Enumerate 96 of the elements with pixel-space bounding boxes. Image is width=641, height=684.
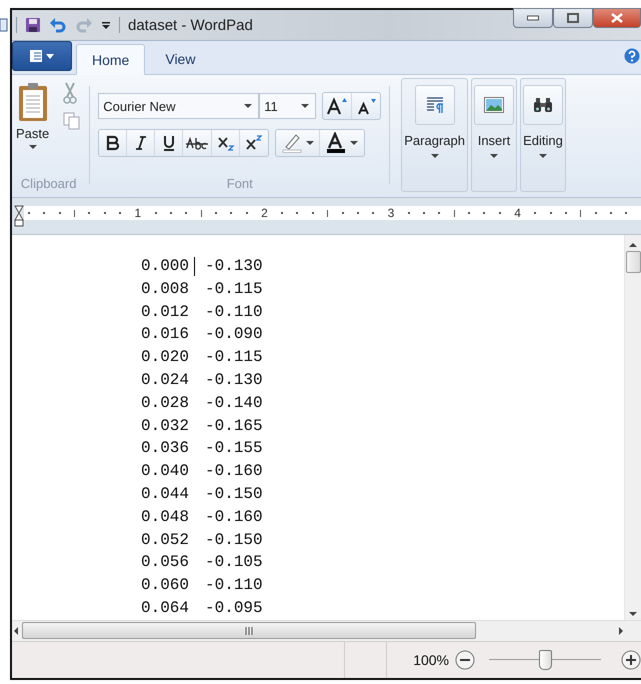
caret-icon <box>490 154 498 158</box>
group-label: Font <box>226 176 253 193</box>
text-line: 0.012 <box>141 302 190 323</box>
maximize-icon <box>567 13 579 23</box>
text-line: 0.024 <box>141 370 190 391</box>
indent-marker-icon[interactable] <box>14 205 24 227</box>
text-line: 0.044 <box>141 484 190 505</box>
image-icon <box>484 97 504 113</box>
grow-font-icon <box>326 97 348 115</box>
close-button[interactable] <box>593 8 641 28</box>
text-line: -0.130 <box>205 370 263 391</box>
text-line: 0.000 <box>141 256 190 277</box>
minus-icon <box>455 650 475 670</box>
text-line: -0.105 <box>205 552 263 574</box>
caret-icon <box>244 104 252 108</box>
zoom-slider[interactable] <box>489 648 601 671</box>
scroll-down-icon[interactable] <box>629 612 637 616</box>
text-line: -0.160 <box>205 506 263 528</box>
highlighter-icon <box>282 133 302 153</box>
text-color-icon <box>326 132 346 154</box>
text-line: 0.056 <box>141 552 190 574</box>
ribbon-group-button[interactable]: Editing <box>520 78 566 192</box>
ruler-number: 3 <box>388 207 394 219</box>
text-line: 0.020 <box>141 347 190 368</box>
text-line: 0.028 <box>141 392 190 414</box>
grip-icon <box>244 626 254 635</box>
text-line: 0.008 <box>141 278 190 300</box>
maximize-button[interactable] <box>553 8 593 28</box>
text-line: 0.032 <box>141 416 190 437</box>
customize-icon[interactable] <box>101 20 111 30</box>
group-label: Clipboard <box>20 176 76 193</box>
paste-button[interactable]: Paste <box>16 78 50 149</box>
menu-icon <box>29 49 55 63</box>
ruler-number: 4 <box>514 207 521 219</box>
caret-icon <box>301 104 310 108</box>
minimize-icon <box>527 15 539 21</box>
text-line: -0.115 <box>205 347 263 368</box>
scroll-right-icon[interactable] <box>619 626 623 635</box>
text-line: 0.060 <box>141 575 190 596</box>
zoom-out-button[interactable] <box>455 650 475 670</box>
scroll-thumb[interactable] <box>22 622 476 640</box>
text-line: -0.150 <box>205 530 263 551</box>
text-line: 0.036 <box>141 438 190 460</box>
ribbon-tab[interactable]: Home <box>76 44 146 75</box>
bold-icon <box>104 135 121 151</box>
app-menu-button[interactable] <box>12 41 72 71</box>
paragraph-icon <box>426 96 444 114</box>
scroll-up-icon[interactable] <box>629 243 637 247</box>
scroll-thumb[interactable] <box>626 251 640 273</box>
horizontal-scrollbar[interactable] <box>12 620 641 641</box>
undo-icon[interactable] <box>49 17 67 33</box>
shrink-font-icon <box>355 97 378 115</box>
text-line: -0.110 <box>205 302 263 323</box>
caret-icon <box>430 154 439 158</box>
text-line: -0.165 <box>205 416 263 437</box>
strikethrough-icon <box>186 136 208 150</box>
text-line: -0.155 <box>205 438 263 460</box>
ribbon-group-button[interactable]: Paragraph <box>401 78 468 192</box>
caret-icon <box>350 141 358 145</box>
text-line: 0.016 <box>141 324 190 346</box>
zoom-level: 100% <box>413 652 449 668</box>
subscript-icon <box>216 135 235 151</box>
text-line: 0.064 <box>141 598 190 619</box>
ruler-number: 2 <box>261 207 268 219</box>
text-line: -0.150 <box>205 484 263 505</box>
close-icon <box>611 13 623 23</box>
ruler-number: 1 <box>134 207 142 219</box>
strikethrough-button[interactable] <box>183 130 212 156</box>
caret-icon <box>538 154 547 158</box>
text-line: 0.040 <box>141 461 190 482</box>
font-size-dropdown[interactable]: 11 <box>259 93 316 119</box>
ribbon-group-button[interactable]: Insert <box>470 78 517 192</box>
clipboard-icon <box>18 82 48 122</box>
window-title: dataset - WordPad <box>128 16 253 34</box>
text-line: 0.052 <box>141 530 190 551</box>
minimize-button[interactable] <box>513 8 553 28</box>
caret-icon <box>28 145 37 149</box>
caret-icon <box>306 141 314 145</box>
text-line: -0.090 <box>205 324 263 346</box>
help-icon[interactable] <box>624 48 640 64</box>
text-line: -0.130 <box>205 256 263 277</box>
font-name-dropdown[interactable]: Courier New <box>98 93 260 119</box>
scroll-left-icon[interactable] <box>14 626 18 635</box>
ribbon-tab[interactable]: View <box>149 44 212 74</box>
document-icon[interactable] <box>0 18 8 32</box>
text-line: -0.140 <box>205 392 263 414</box>
text-line: -0.095 <box>205 598 263 619</box>
superscript-icon <box>245 135 264 151</box>
text-line: -0.160 <box>205 461 263 482</box>
text-line: 0.048 <box>141 506 190 528</box>
save-icon[interactable] <box>25 17 41 33</box>
text-line: -0.115 <box>205 278 263 300</box>
binoculars-icon <box>532 97 553 113</box>
zoom-in-button[interactable] <box>621 650 641 670</box>
vertical-scrollbar[interactable] <box>624 235 641 620</box>
text-line: -0.110 <box>205 575 263 596</box>
